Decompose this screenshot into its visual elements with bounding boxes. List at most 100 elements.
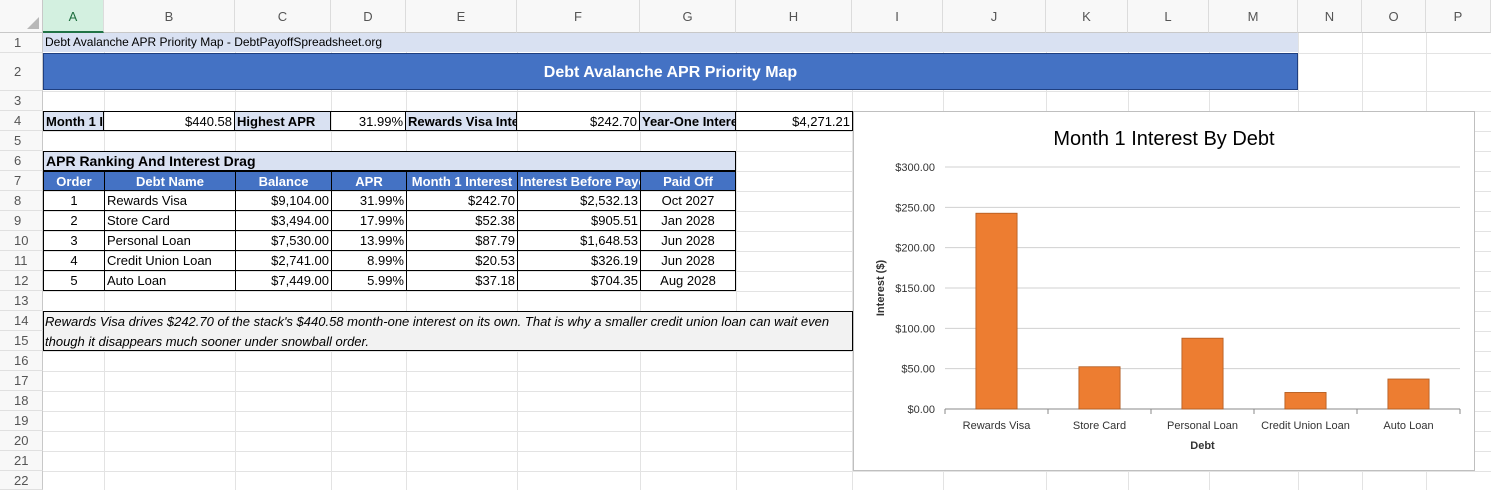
kpi-value-highest-apr[interactable]: 31.99% xyxy=(330,111,406,131)
column-header-i[interactable]: I xyxy=(852,0,943,33)
column-header-p[interactable]: P xyxy=(1426,0,1491,33)
cell-a1-title[interactable]: Debt Avalanche APR Priority Map - DebtPa… xyxy=(43,33,1298,52)
table-header-1[interactable]: Debt Name xyxy=(104,171,235,191)
row-header-15[interactable]: 15 xyxy=(0,331,43,351)
select-all-corner[interactable] xyxy=(0,0,43,33)
table-header-6[interactable]: Paid Off xyxy=(640,171,736,191)
column-header-f[interactable]: F xyxy=(517,0,640,33)
row-header-17[interactable]: 17 xyxy=(0,371,43,391)
row-header-14[interactable]: 14 xyxy=(0,311,43,331)
table-header-3[interactable]: APR xyxy=(331,171,406,191)
row-header-16[interactable]: 16 xyxy=(0,351,43,371)
column-header-l[interactable]: L xyxy=(1128,0,1209,33)
table-cell-r5-c6[interactable]: Aug 2028 xyxy=(640,271,736,291)
table-cell-r1-c5[interactable]: $2,532.13 xyxy=(517,191,640,211)
row-header-18[interactable]: 18 xyxy=(0,391,43,411)
table-cell-r1-c3[interactable]: 31.99% xyxy=(331,191,406,211)
table-cell-r5-c3[interactable]: 5.99% xyxy=(331,271,406,291)
row-header-7[interactable]: 7 xyxy=(0,171,43,191)
table-cell-r3-c2[interactable]: $7,530.00 xyxy=(235,231,331,251)
table-cell-r4-c3[interactable]: 8.99% xyxy=(331,251,406,271)
table-cell-r5-c1[interactable]: Auto Loan xyxy=(104,271,235,291)
table-cell-r2-c6[interactable]: Jan 2028 xyxy=(640,211,736,231)
bar-rewards-visa xyxy=(975,212,1018,410)
table-cell-r3-c4[interactable]: $87.79 xyxy=(406,231,517,251)
kpi-value-rewards-visa[interactable]: $242.70 xyxy=(516,111,640,131)
table-cell-r4-c1[interactable]: Credit Union Loan xyxy=(104,251,235,271)
table-cell-r1-c0[interactable]: 1 xyxy=(43,191,104,211)
table-cell-r1-c1[interactable]: Rewards Visa xyxy=(104,191,235,211)
row-header-19[interactable]: 19 xyxy=(0,411,43,431)
table-cell-r3-c0[interactable]: 3 xyxy=(43,231,104,251)
table-cell-r2-c3[interactable]: 17.99% xyxy=(331,211,406,231)
row-header-10[interactable]: 10 xyxy=(0,231,43,251)
table-cell-r3-c3[interactable]: 13.99% xyxy=(331,231,406,251)
row-header-22[interactable]: 22 xyxy=(0,471,43,490)
column-header-c[interactable]: C xyxy=(235,0,331,33)
table-header-0[interactable]: Order xyxy=(43,171,104,191)
table-cell-r1-c2[interactable]: $9,104.00 xyxy=(235,191,331,211)
interest-chart[interactable]: Month 1 Interest By Debt $0.00 $50.00 $100.… xyxy=(853,111,1475,471)
column-header-a[interactable]: A xyxy=(43,0,104,33)
kpi-label-month1[interactable]: Month 1 I xyxy=(43,111,104,131)
table-header-4[interactable]: Month 1 Interest xyxy=(406,171,517,191)
table-cell-r4-c2[interactable]: $2,741.00 xyxy=(235,251,331,271)
note-line-2[interactable]: though it disappears much sooner under s… xyxy=(43,332,851,351)
table-header-5[interactable]: Interest Before Payof xyxy=(517,171,640,191)
row-header-4[interactable]: 4 xyxy=(0,111,43,131)
column-header-m[interactable]: M xyxy=(1209,0,1298,33)
row-header-21[interactable]: 21 xyxy=(0,451,43,471)
table-cell-r3-c1[interactable]: Personal Loan xyxy=(104,231,235,251)
table-cell-r4-c0[interactable]: 4 xyxy=(43,251,104,271)
kpi-value-month1[interactable]: $440.58 xyxy=(103,111,235,131)
column-header-n[interactable]: N xyxy=(1298,0,1362,33)
table-cell-r4-c5[interactable]: $326.19 xyxy=(517,251,640,271)
chart-svg: Month 1 Interest By Debt $0.00 $50.00 $100.… xyxy=(875,128,1461,452)
table-cell-r2-c4[interactable]: $52.38 xyxy=(406,211,517,231)
table-header-2[interactable]: Balance xyxy=(235,171,331,191)
row-header-2[interactable]: 2 xyxy=(0,53,43,91)
table-cell-r5-c2[interactable]: $7,449.00 xyxy=(235,271,331,291)
column-header-g[interactable]: G xyxy=(640,0,736,33)
column-header-e[interactable]: E xyxy=(406,0,517,33)
row-header-11[interactable]: 11 xyxy=(0,251,43,271)
table-cell-r2-c0[interactable]: 2 xyxy=(43,211,104,231)
table-cell-r3-c6[interactable]: Jun 2028 xyxy=(640,231,736,251)
column-header-h[interactable]: H xyxy=(736,0,852,33)
column-header-k[interactable]: K xyxy=(1046,0,1128,33)
kpi-label-year-one[interactable]: Year-One Intere xyxy=(639,111,736,131)
column-header-b[interactable]: B xyxy=(104,0,235,33)
row-header-20[interactable]: 20 xyxy=(0,431,43,451)
table-cell-r4-c6[interactable]: Jun 2028 xyxy=(640,251,736,271)
section-title[interactable]: APR Ranking And Interest Drag xyxy=(43,151,736,171)
table-cell-r4-c4[interactable]: $20.53 xyxy=(406,251,517,271)
kpi-label-highest-apr[interactable]: Highest APR xyxy=(234,111,331,131)
kpi-value-year-one[interactable]: $4,271.21 xyxy=(735,111,853,131)
table-cell-r5-c0[interactable]: 5 xyxy=(43,271,104,291)
column-header-o[interactable]: O xyxy=(1362,0,1426,33)
table-cell-r3-c5[interactable]: $1,648.53 xyxy=(517,231,640,251)
table-cell-r5-c5[interactable]: $704.35 xyxy=(517,271,640,291)
table-cell-r1-c6[interactable]: Oct 2027 xyxy=(640,191,736,211)
row-header-9[interactable]: 9 xyxy=(0,211,43,231)
note-line-1[interactable]: Rewards Visa drives $242.70 of the stack… xyxy=(43,312,851,331)
table-cell-r2-c2[interactable]: $3,494.00 xyxy=(235,211,331,231)
row-header-13[interactable]: 13 xyxy=(0,291,43,311)
kpi-label-rewards-visa[interactable]: Rewards Visa Inte xyxy=(405,111,517,131)
row-header-6[interactable]: 6 xyxy=(0,151,43,171)
table-cell-r1-c4[interactable]: $242.70 xyxy=(406,191,517,211)
column-header-d[interactable]: D xyxy=(331,0,406,33)
bar-auto-loan xyxy=(1387,378,1430,410)
column-header-j[interactable]: J xyxy=(943,0,1046,33)
x-tick-label: Store Card xyxy=(1073,420,1126,432)
row-header-8[interactable]: 8 xyxy=(0,191,43,211)
table-cell-r5-c4[interactable]: $37.18 xyxy=(406,271,517,291)
banner-title[interactable]: Debt Avalanche APR Priority Map xyxy=(43,53,1298,90)
row-header-12[interactable]: 12 xyxy=(0,271,43,291)
table-cell-r2-c5[interactable]: $905.51 xyxy=(517,211,640,231)
row-header-3[interactable]: 3 xyxy=(0,91,43,111)
bar-personal-loan xyxy=(1181,337,1224,410)
table-cell-r2-c1[interactable]: Store Card xyxy=(104,211,235,231)
row-header-1[interactable]: 1 xyxy=(0,33,43,53)
row-header-5[interactable]: 5 xyxy=(0,131,43,151)
